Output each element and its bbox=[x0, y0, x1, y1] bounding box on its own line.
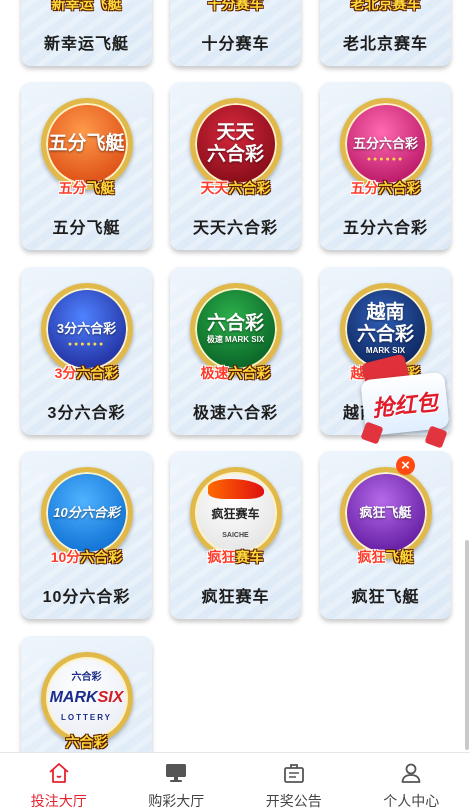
game-logo: 天天 六合彩 bbox=[189, 98, 282, 190]
game-card[interactable]: 六合彩 MARKSIX LOTTERY 六合彩 bbox=[21, 636, 152, 752]
game-logo: 疯狂赛车 SAICHE bbox=[189, 467, 282, 559]
game-badge-subtitle: 10分六合彩 bbox=[50, 549, 123, 565]
game-badge-subtitle: 疯狂赛车 bbox=[207, 549, 264, 565]
game-name: 疯狂赛车 bbox=[201, 589, 270, 606]
game-logo-small-text: SAICHE bbox=[222, 532, 249, 539]
monitor-icon bbox=[166, 764, 187, 782]
game-logo: 10分六合彩 bbox=[40, 467, 133, 559]
red-packet-float[interactable]: 抢红包 bbox=[357, 353, 453, 450]
game-badge-subtitle: 疯狂飞艇 bbox=[357, 549, 414, 565]
game-card[interactable]: 五分飞艇 五分飞艇 五分飞艇 bbox=[21, 82, 152, 250]
game-badge-subtitle: 极速六合彩 bbox=[200, 365, 271, 381]
game-badge-subtitle: 3分六合彩 bbox=[54, 365, 119, 381]
tab-betting-hall[interactable]: 投注大厅 bbox=[0, 753, 118, 812]
tab-profile[interactable]: 个人中心 bbox=[353, 753, 470, 812]
game-logo-text: 六合彩 极速 MARK SIX bbox=[206, 313, 265, 344]
game-logo-text: 疯狂飞艇 bbox=[359, 505, 412, 520]
game-logo: 五分飞艇 bbox=[40, 98, 133, 190]
tab-label: 个人中心 bbox=[383, 793, 440, 809]
game-name: 3分六合彩 bbox=[47, 405, 126, 422]
game-card[interactable]: 新幸运飞艇 新幸运飞艇 bbox=[21, 0, 152, 66]
tab-label: 投注大厅 bbox=[30, 793, 87, 809]
game-card[interactable]: 3分六合彩 ●●●●●● 3分六合彩 3分六合彩 bbox=[21, 267, 152, 435]
game-card[interactable]: 10分六合彩 10分六合彩 10分六合彩 bbox=[21, 451, 152, 619]
game-name: 新幸运飞艇 bbox=[43, 36, 129, 53]
game-card[interactable]: 疯狂飞艇 疯狂飞艇 疯狂飞艇 bbox=[320, 451, 451, 619]
game-badge-subtitle: 新幸运飞艇 bbox=[51, 0, 122, 12]
game-logo-text: 越南 六合彩 MARK SIX bbox=[356, 302, 414, 355]
game-badge-subtitle: 六合彩 bbox=[65, 734, 108, 750]
tab-label: 购彩大厅 bbox=[148, 793, 205, 809]
game-badge-subtitle: 五分六合彩 bbox=[350, 180, 421, 196]
game-logo-small-text: 极速 MARK SIX bbox=[206, 335, 265, 344]
game-logo-text: 天天 六合彩 bbox=[206, 122, 264, 165]
bottom-tab-bar: 投注大厅 购彩大厅 开奖公告 个人中心 bbox=[0, 752, 470, 812]
game-logo-text: 五分飞艇 bbox=[48, 133, 125, 154]
tab-draw-results[interactable]: 开奖公告 bbox=[235, 753, 353, 812]
game-logo: 疯狂飞艇 bbox=[339, 467, 432, 559]
game-logo: 3分六合彩 ●●●●●● bbox=[40, 283, 133, 375]
game-name: 疯狂飞艇 bbox=[351, 589, 420, 606]
decorative-dots: ●●●●●● bbox=[366, 156, 405, 163]
game-name: 五分飞艇 bbox=[52, 220, 121, 237]
game-card[interactable]: 天天 六合彩 天天六合彩 天天六合彩 bbox=[170, 82, 301, 250]
tab-label: 开奖公告 bbox=[265, 793, 322, 809]
game-logo-text: 3分六合彩 bbox=[56, 321, 117, 336]
game-logo-text: 六合彩 MARKSIX LOTTERY bbox=[49, 672, 124, 722]
game-name: 10分六合彩 bbox=[42, 589, 131, 606]
game-logo-text: 五分六合彩 bbox=[352, 136, 418, 151]
game-name: 十分赛车 bbox=[201, 36, 270, 53]
game-card[interactable]: 五分六合彩 ●●●●●● 五分六合彩 五分六合彩 bbox=[320, 82, 451, 250]
game-name: 老北京赛车 bbox=[342, 36, 428, 53]
game-logo: 六合彩 MARKSIX LOTTERY bbox=[40, 652, 133, 744]
game-card[interactable]: 疯狂赛车 SAICHE 疯狂赛车 疯狂赛车 bbox=[170, 451, 301, 619]
game-logo: 五分六合彩 ●●●●●● bbox=[339, 98, 432, 190]
decorative-dots: ●●●●●● bbox=[67, 341, 106, 348]
game-logo: 六合彩 极速 MARK SIX bbox=[189, 283, 282, 375]
game-card[interactable]: 老北京赛车 老北京赛车 bbox=[320, 0, 451, 66]
game-badge-subtitle: 十分赛车 bbox=[207, 0, 264, 12]
game-card[interactable]: 六合彩 极速 MARK SIX 极速六合彩 极速六合彩 bbox=[170, 267, 301, 435]
tab-lottery-hall[interactable]: 购彩大厅 bbox=[118, 753, 236, 812]
scrollbar[interactable] bbox=[465, 540, 469, 750]
game-card[interactable]: 十分赛车 十分赛车 bbox=[170, 0, 301, 66]
user-icon bbox=[401, 763, 421, 783]
game-name: 五分六合彩 bbox=[342, 220, 428, 237]
game-name: 极速六合彩 bbox=[192, 405, 278, 422]
race-car-icon bbox=[207, 479, 264, 499]
home-icon bbox=[49, 763, 69, 783]
game-badge-subtitle: 五分飞艇 bbox=[58, 180, 115, 196]
close-icon[interactable]: × bbox=[396, 456, 415, 475]
game-badge-subtitle: 天天六合彩 bbox=[200, 180, 271, 196]
game-name: 天天六合彩 bbox=[192, 220, 278, 237]
briefcase-icon bbox=[283, 764, 304, 783]
game-logo-text: 疯狂赛车 SAICHE bbox=[207, 479, 264, 547]
game-badge-subtitle: 老北京赛车 bbox=[350, 0, 421, 12]
game-logo-text: 10分六合彩 bbox=[53, 505, 120, 520]
